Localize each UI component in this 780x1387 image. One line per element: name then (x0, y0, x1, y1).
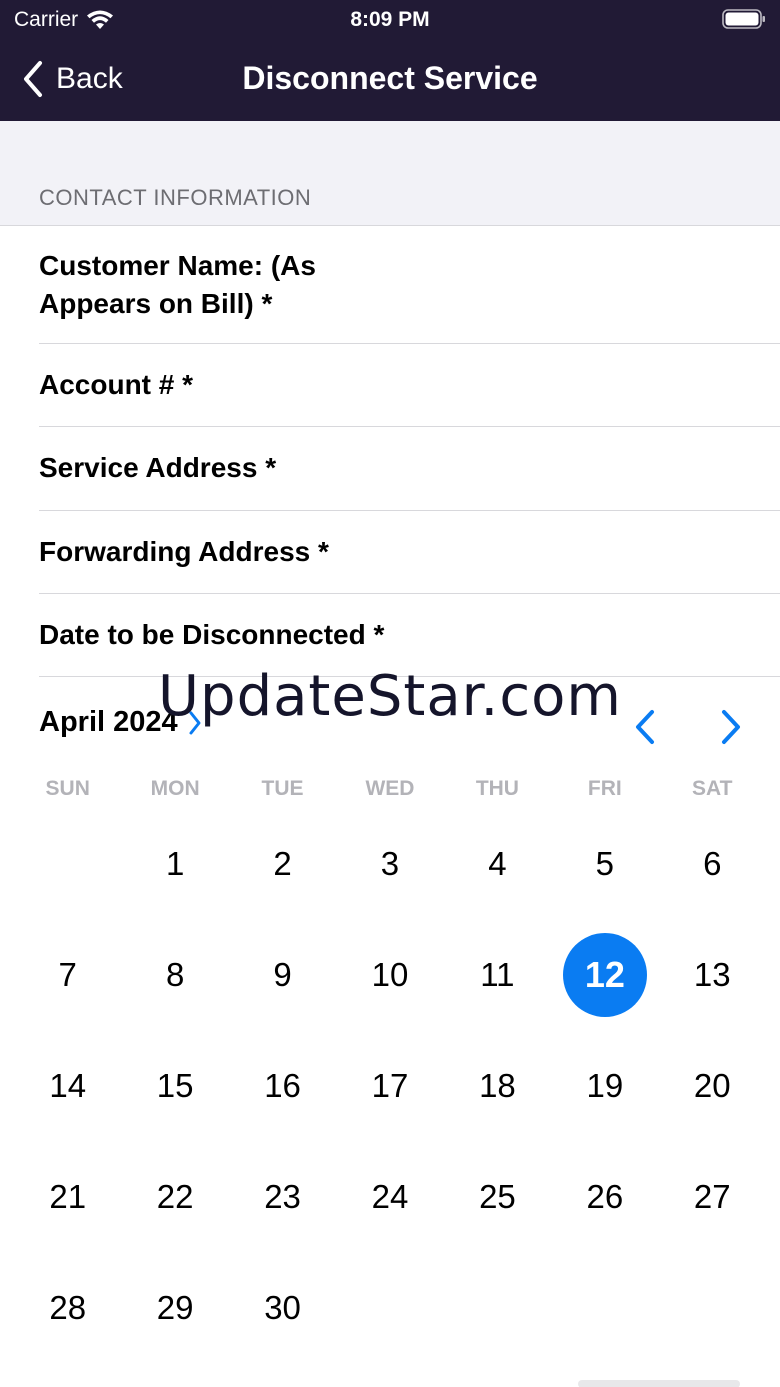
day-number: 16 (264, 1066, 301, 1104)
weekday-label: WED (365, 777, 415, 800)
day-number: 25 (479, 1177, 516, 1215)
account-number-field[interactable]: Account # * (39, 344, 780, 427)
weekday-label: MON (150, 777, 200, 800)
day-number: 14 (49, 1066, 87, 1104)
calendar-day[interactable]: 15 (121, 1030, 228, 1141)
day-number: 3 (380, 844, 400, 882)
calendar-day[interactable]: 2 (229, 808, 336, 919)
service-address-field[interactable]: Service Address * (39, 427, 780, 511)
calendar-day[interactable]: 8 (121, 919, 228, 1030)
day-number: 13 (693, 955, 731, 993)
calendar-day[interactable]: 1 (121, 808, 228, 919)
day-number: 19 (586, 1066, 624, 1104)
day-number: 10 (371, 955, 409, 993)
nav-bar: Back Disconnect Service (0, 40, 780, 121)
calendar-day[interactable]: 27 (659, 1141, 766, 1252)
calendar-day[interactable]: 20 (659, 1030, 766, 1141)
day-number: 2 (273, 844, 292, 882)
day-number: 8 (165, 955, 185, 993)
calendar-day[interactable]: 24 (336, 1141, 443, 1252)
calendar-day[interactable]: 4 (444, 808, 551, 919)
forwarding-address-label: Forwarding Address * (39, 536, 329, 567)
day-number: 1 (165, 844, 185, 882)
day-number: 11 (480, 955, 515, 993)
calendar-day[interactable]: 3 (336, 808, 443, 919)
home-indicator (578, 1380, 740, 1387)
calendar-day[interactable]: 18 (444, 1030, 551, 1141)
customer-name-field[interactable]: Customer Name: (As Appears on Bill) * (39, 226, 780, 344)
calendar-day[interactable]: 29 (121, 1252, 228, 1363)
day-number: 29 (156, 1288, 194, 1326)
status-bar: Carrier 8:09 PM (0, 0, 780, 40)
day-number: 30 (264, 1288, 301, 1326)
weekday-label: SAT (692, 777, 733, 800)
weekday-label: SUN (45, 777, 90, 800)
empty-day-cell (14, 808, 121, 919)
calendar-day[interactable]: 9 (229, 919, 336, 1030)
section-header: CONTACT INFORMATION (0, 121, 780, 226)
weekday-label: THU (475, 777, 519, 800)
calendar-day[interactable]: 19 (551, 1030, 658, 1141)
calendar-day[interactable]: 28 (14, 1252, 121, 1363)
account-number-label: Account # * (39, 369, 194, 400)
calendar-day[interactable]: 7 (14, 919, 121, 1030)
calendar-day[interactable]: 25 (444, 1141, 551, 1252)
calendar-day[interactable]: 16 (229, 1030, 336, 1141)
weekday-label: TUE (261, 777, 304, 800)
page-title: Disconnect Service (242, 60, 538, 96)
calendar-day[interactable]: 13 (659, 919, 766, 1030)
forwarding-address-field[interactable]: Forwarding Address * (39, 511, 780, 594)
day-number: 28 (49, 1288, 87, 1326)
calendar-day[interactable]: 26 (551, 1141, 658, 1252)
day-number: 17 (371, 1066, 409, 1104)
calendar-day[interactable]: 6 (659, 808, 766, 919)
calendar-day[interactable]: 21 (14, 1141, 121, 1252)
customer-name-label: Customer Name: (As Appears on Bill) * (39, 250, 316, 319)
day-number: 15 (156, 1066, 194, 1104)
watermark: UpdateStar.com (158, 664, 622, 729)
day-number: 9 (273, 955, 292, 993)
calendar-grid: 1 2 3 4 5 6 7 8 9 10 11 12 13 14 15 16 17 18 19 20 21 22 23 24 2… (14, 808, 766, 1363)
calendar-day[interactable]: 14 (14, 1030, 121, 1141)
day-number: 23 (264, 1177, 301, 1215)
status-time: 8:09 PM (350, 8, 430, 31)
day-number: 20 (693, 1066, 731, 1104)
section-label: CONTACT INFORMATION (39, 185, 312, 210)
disconnect-date-label: Date to be Disconnected * (39, 619, 385, 650)
day-number: 18 (479, 1066, 516, 1104)
service-address-label: Service Address * (39, 452, 277, 483)
calendar-day[interactable]: 22 (121, 1141, 228, 1252)
calendar-day[interactable]: 10 (336, 919, 443, 1030)
day-number: 12 (562, 932, 647, 1017)
battery-icon (722, 9, 765, 29)
day-number: 7 (58, 955, 77, 993)
calendar-day[interactable]: 5 (551, 808, 658, 919)
weekday-label: FRI (587, 777, 622, 800)
calendar-day[interactable]: 30 (229, 1252, 336, 1363)
day-number: 4 (488, 844, 507, 882)
day-number: 21 (49, 1177, 87, 1215)
day-number: 22 (156, 1177, 194, 1215)
day-number: 26 (586, 1177, 624, 1215)
calendar-day[interactable]: 11 (444, 919, 551, 1030)
weekday-header: SUN MON TUE WED THU FRI SAT (14, 777, 766, 801)
day-number: 27 (693, 1177, 731, 1215)
calendar-day-selected[interactable]: 12 (551, 919, 658, 1030)
day-number: 5 (595, 844, 615, 882)
calendar-day[interactable]: 23 (229, 1141, 336, 1252)
calendar-day[interactable]: 17 (336, 1030, 443, 1141)
navigation-header: Carrier 8:09 PM Back Disconnect Service (0, 0, 780, 121)
day-number: 6 (703, 844, 722, 882)
day-number: 24 (371, 1177, 409, 1215)
